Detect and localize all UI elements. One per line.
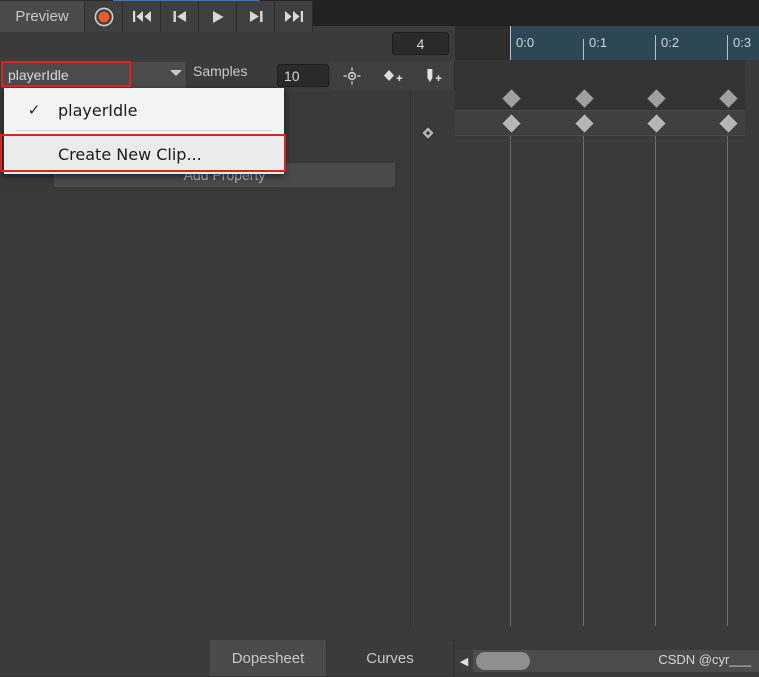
view-mode-tab-filler [0,640,210,676]
play-button[interactable] [199,1,237,32]
keyframe-marker[interactable] [500,112,523,135]
step-back-icon [172,10,188,23]
record-icon [94,7,114,27]
next-frame-button[interactable] [237,1,275,32]
add-keyframe-button[interactable] [372,61,414,90]
ruler-label-0: 0:0 [516,35,535,50]
step-forward-icon [248,10,264,23]
timeline-ruler[interactable]: 0:0 0:1 0:2 0:3 [510,26,759,61]
checkmark-icon: ✓ [27,101,41,119]
dopesheet-top-strip [455,60,759,87]
current-frame-field[interactable]: 4 [392,32,449,55]
ruler-tick-2 [655,35,656,60]
record-button[interactable] [85,1,123,32]
add-event-button[interactable] [413,61,455,90]
samples-value: 10 [284,67,300,84]
last-frame-button[interactable] [275,1,313,32]
ruler-tick-3 [727,35,728,60]
add-keyframe-icon [382,67,404,85]
samples-label: Samples [193,63,248,79]
current-frame-value: 4 [416,35,425,52]
keyframe-marker[interactable] [573,112,596,135]
ruler-tick-1 [583,39,584,60]
scroll-left-arrow-glyph: ◀ [459,655,469,668]
tab-curves-label: Curves [366,649,414,667]
grid-line-0 [510,86,511,646]
ruler-label-3: 0:3 [733,35,752,50]
first-frame-button[interactable] [123,1,161,32]
add-event-icon [423,67,445,85]
skip-to-start-icon [132,10,152,23]
keyframe-marker[interactable] [645,87,668,110]
keyframe-marker[interactable] [645,112,668,135]
clip-selector[interactable]: playerIdle [2,62,187,88]
dopesheet-right-edge [745,60,759,626]
horizontal-scrollbar-thumb[interactable] [476,652,530,670]
skip-to-end-icon [284,10,304,23]
ruler-label-1: 0:1 [589,35,608,50]
ruler-label-2: 0:2 [661,35,680,50]
ruler-tick-0 [510,26,511,60]
scroll-left-arrow-icon[interactable]: ◀ [455,650,473,672]
grid-line-1 [583,86,584,646]
filter-button[interactable] [331,61,373,90]
dopesheet-grid[interactable] [455,60,759,646]
animation-window: Game Animation Preview [0,0,759,677]
preview-button-label: Preview [15,8,69,25]
menu-item-create-new-clip[interactable]: Create New Clip... [4,134,284,174]
tab-curves[interactable]: Curves [327,640,453,676]
keyframe-marker[interactable] [717,87,740,110]
keyframe-indicator-column [410,92,456,626]
play-icon [211,10,225,24]
menu-item-playeridle-label: playerIdle [58,100,138,120]
clip-selector-value: playerIdle [8,67,69,83]
keyframe-marker[interactable] [500,87,523,110]
previous-frame-button[interactable] [161,1,199,32]
row-separator [455,135,759,136]
watermark: CSDN @cyr___ [658,652,751,667]
chevron-down-icon[interactable] [170,70,182,76]
keyframe-row-summary[interactable] [455,86,759,110]
keyframe-marker[interactable] [717,112,740,135]
tab-bar-empty-area [260,0,759,26]
menu-item-playeridle[interactable]: ✓ playerIdle [4,90,284,130]
target-filter-icon [343,67,361,85]
preview-button[interactable]: Preview [0,1,85,32]
clip-dropdown-menu: ✓ playerIdle Create New Clip... [4,88,284,174]
samples-input[interactable]: 10 [277,64,329,87]
timeline-ruler-gutter [455,26,510,61]
keyframe-row-sprite[interactable] [455,111,759,135]
grid-line-2 [655,86,656,646]
tab-dopesheet[interactable]: Dopesheet [210,640,326,676]
row-separator [455,140,759,141]
menu-item-create-new-clip-label: Create New Clip... [58,144,202,164]
menu-separator [16,130,272,131]
grid-line-3 [727,86,728,646]
dopesheet-bottom-strip [455,626,759,650]
tab-dopesheet-label: Dopesheet [231,649,305,667]
keyframe-marker[interactable] [573,87,596,110]
keyframe-diamond-icon[interactable] [420,125,436,146]
